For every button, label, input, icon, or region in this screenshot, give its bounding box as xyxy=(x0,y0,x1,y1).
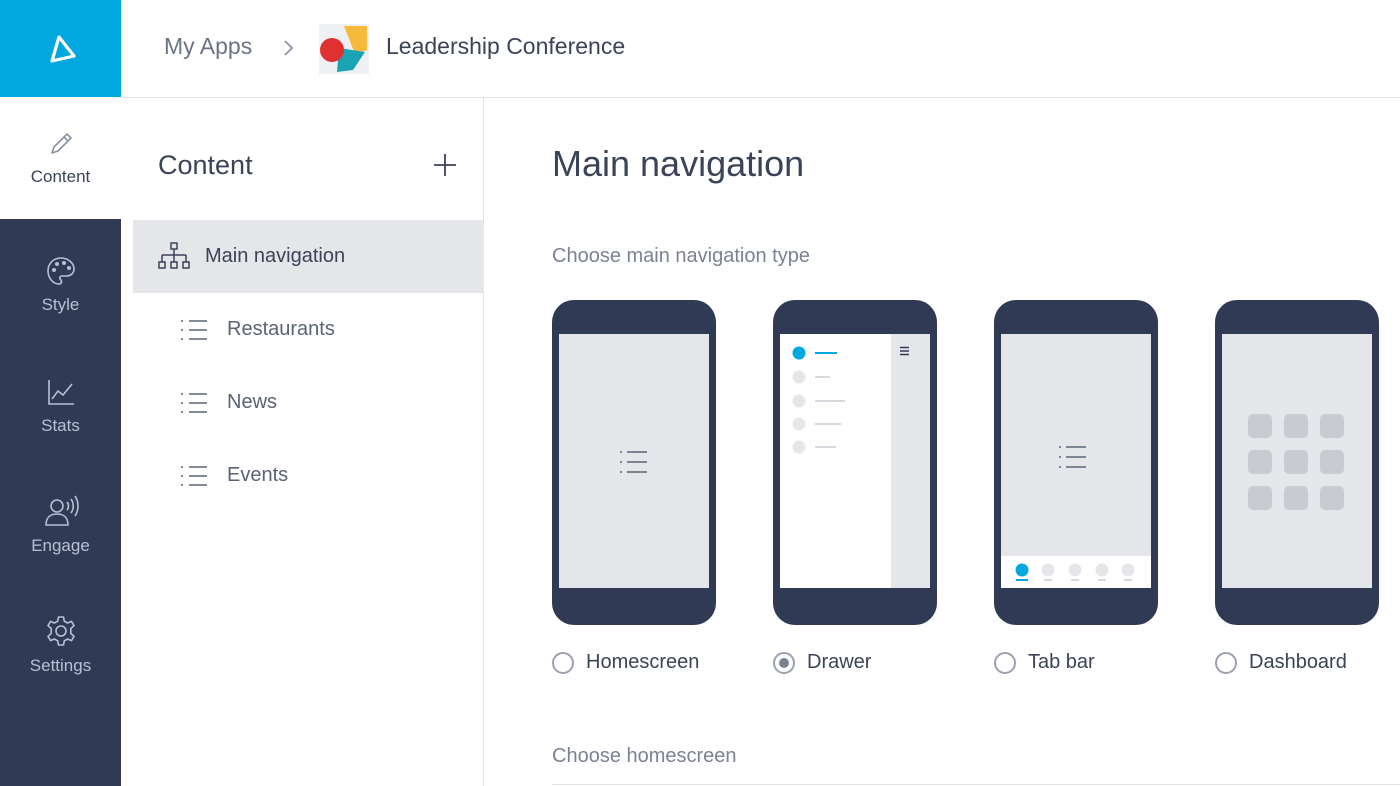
app-logo-icon[interactable] xyxy=(319,24,369,74)
radio-button[interactable] xyxy=(994,651,1016,674)
page-title: Main navigation xyxy=(552,143,805,184)
rail-item-content[interactable]: Content xyxy=(0,97,121,219)
content-item-label: Restaurants xyxy=(227,318,335,340)
drawer-panel xyxy=(780,334,891,588)
engage-icon xyxy=(44,495,79,526)
hamburger-icon xyxy=(900,346,909,356)
palette-icon xyxy=(46,257,75,285)
rail-item-style[interactable]: Style xyxy=(0,240,121,330)
content-item-events[interactable]: Events xyxy=(133,439,484,512)
top-bar: My Apps Leadership Conference xyxy=(121,0,1400,98)
list-icon xyxy=(620,451,647,473)
left-rail: Content Style Stats Engage Settings xyxy=(0,0,121,786)
pencil-icon xyxy=(50,133,72,154)
drawer-menu-mockup xyxy=(792,346,845,454)
radio-dashboard[interactable]: Dashboard xyxy=(1215,651,1347,674)
phone-preview-drawer[interactable] xyxy=(773,300,937,625)
radio-homescreen[interactable]: Homescreen xyxy=(552,651,699,674)
radio-label: Homescreen xyxy=(586,651,700,673)
radio-button[interactable] xyxy=(552,651,574,674)
radio-button[interactable] xyxy=(1215,651,1237,674)
rail-item-label: Settings xyxy=(29,656,92,675)
content-item-label: News xyxy=(227,391,278,413)
panel-title: Content xyxy=(158,150,253,180)
list-icon xyxy=(1059,446,1086,468)
main-area: Main navigation Choose main navigation t… xyxy=(485,98,1400,786)
nav-type-label: Choose main navigation type xyxy=(552,245,810,267)
rail-item-label: Content xyxy=(30,167,91,186)
radio-button-checked[interactable] xyxy=(773,651,795,674)
phone-preview-dashboard[interactable] xyxy=(1215,300,1379,625)
content-item-news[interactable]: News xyxy=(133,366,484,439)
rail-item-label: Style xyxy=(41,295,80,314)
breadcrumb-my-apps[interactable]: My Apps xyxy=(164,33,252,60)
radio-label: Tab bar xyxy=(1028,651,1095,673)
phone-preview-homescreen[interactable] xyxy=(552,300,716,625)
rail-item-label: Stats xyxy=(41,416,80,435)
phone-screen xyxy=(1001,334,1151,588)
content-item-label: Events xyxy=(227,464,289,486)
radio-tab-bar[interactable]: Tab bar xyxy=(994,651,1095,674)
list-icon xyxy=(177,464,211,488)
homescreen-label: Choose homescreen xyxy=(552,745,737,767)
divider xyxy=(552,784,1400,785)
content-item-restaurants[interactable]: Restaurants xyxy=(133,293,484,366)
radio-drawer[interactable]: Drawer xyxy=(773,651,871,674)
content-panel: Content Main navigation Restaurants News… xyxy=(121,98,484,786)
dashboard-grid-mockup xyxy=(1248,414,1344,510)
chevron-right-icon xyxy=(284,40,294,56)
add-icon[interactable] xyxy=(432,152,458,178)
radio-label: Dashboard xyxy=(1249,651,1347,673)
rail-item-settings[interactable]: Settings xyxy=(0,600,121,690)
gear-icon xyxy=(46,616,75,646)
radio-label: Drawer xyxy=(807,651,872,673)
content-item-label: Main navigation xyxy=(205,245,346,267)
phone-screen xyxy=(559,334,709,588)
breadcrumb-current-app: Leadership Conference xyxy=(386,33,626,59)
rail-item-engage[interactable]: Engage xyxy=(0,480,121,570)
content-item-main-navigation[interactable]: Main navigation xyxy=(133,220,484,293)
sitemap-icon xyxy=(157,241,191,273)
phone-screen xyxy=(1222,334,1372,588)
logo-button[interactable] xyxy=(0,0,121,97)
rail-item-label: Engage xyxy=(31,536,90,555)
phone-preview-tab-bar[interactable] xyxy=(994,300,1158,625)
logo-icon xyxy=(49,34,76,63)
list-icon xyxy=(177,391,211,415)
list-icon xyxy=(177,318,211,342)
tab-bar-mockup xyxy=(1001,556,1151,588)
phone-screen xyxy=(780,334,930,588)
rail-item-stats[interactable]: Stats xyxy=(0,361,121,451)
chart-icon xyxy=(47,380,74,405)
